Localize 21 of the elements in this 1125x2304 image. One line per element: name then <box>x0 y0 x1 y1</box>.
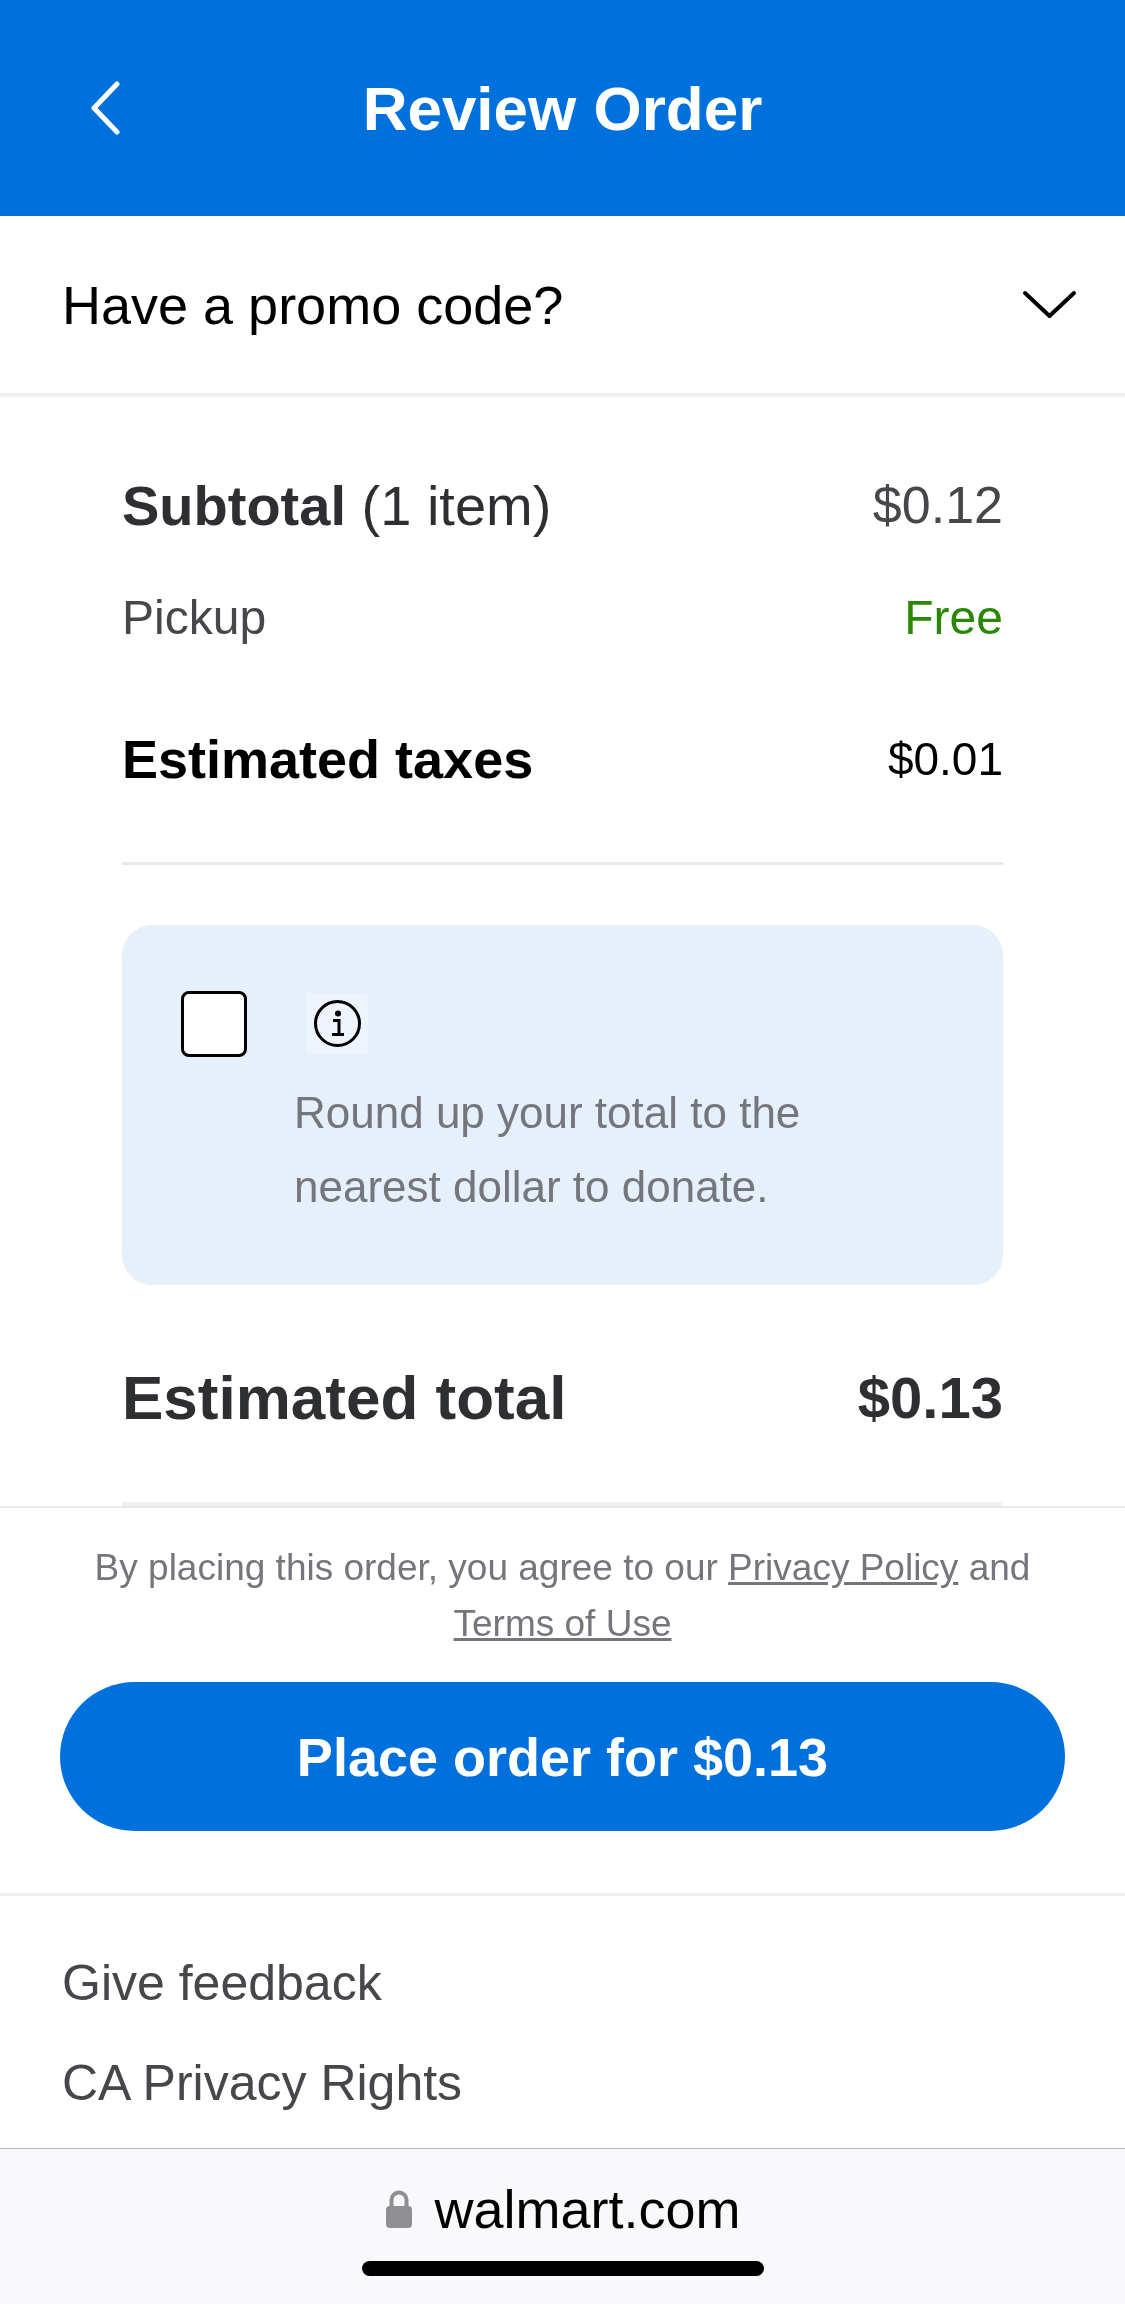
summary-amount: $0.01 <box>887 732 1003 786</box>
total-amount: $0.13 <box>857 1363 1003 1431</box>
lock-icon <box>384 2189 415 2229</box>
summary-label: Subtotal (1 item) <box>122 472 552 538</box>
footer-link[interactable]: CA Privacy Rights <box>62 2048 463 2118</box>
footer-link[interactable]: Give feedback <box>62 1948 382 2018</box>
summary-amount: $0.12 <box>872 475 1003 535</box>
donation-description: Round up your total to the nearest dollar to donate. <box>294 1087 802 1213</box>
summary-label: Pickup <box>122 589 267 645</box>
legal-notice: By placing this order, you agree to our Privacy Policy and Terms of Use <box>93 1546 1032 1646</box>
back-icon[interactable] <box>90 81 120 135</box>
place-order-button[interactable]: Place order for $0.13 <box>60 1682 1065 1831</box>
privacy-policy-link[interactable]: Privacy Policy <box>728 1547 959 1588</box>
total-label: Estimated total <box>122 1361 567 1433</box>
donation-checkbox[interactable] <box>181 991 247 1057</box>
terms-of-use-link[interactable]: Terms of Use <box>453 1603 672 1644</box>
info-icon[interactable] <box>307 993 368 1054</box>
summary-label: Estimated taxes <box>122 728 534 790</box>
url-text[interactable]: walmart.com <box>434 2179 741 2239</box>
summary-amount: Free <box>904 589 1003 645</box>
page-title: Review Order <box>362 72 763 144</box>
